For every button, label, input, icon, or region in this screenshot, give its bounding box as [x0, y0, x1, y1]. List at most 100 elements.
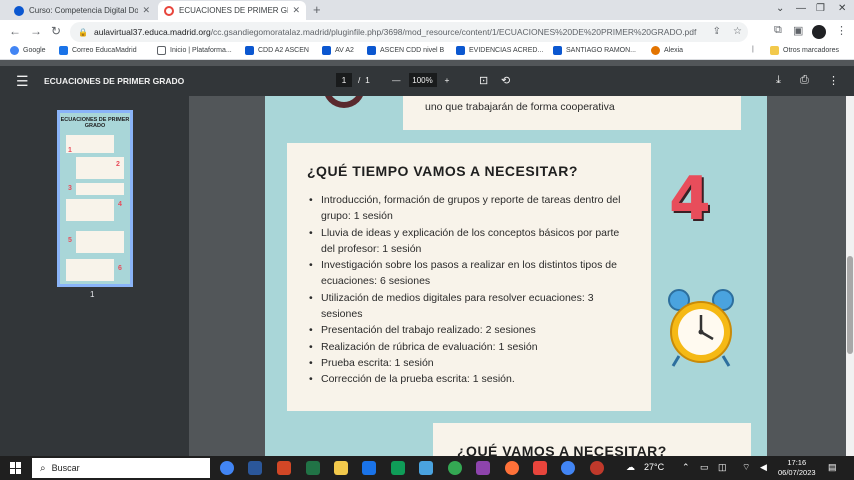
tab-ecuaciones[interactable]: ECUACIONES DE PRIMER GRADO ✕: [158, 1, 306, 20]
bookmark-google[interactable]: Google: [10, 46, 46, 55]
clock-time: 17:16: [787, 458, 807, 467]
app-icon[interactable]: [533, 461, 547, 475]
weather-icon[interactable]: ☁: [626, 462, 635, 473]
close-icon[interactable]: ✕: [142, 5, 150, 16]
page-icon: [157, 46, 166, 55]
store-icon[interactable]: [362, 461, 376, 475]
share-icon[interactable]: ⇪: [713, 26, 721, 37]
search-placeholder: Buscar: [51, 463, 80, 473]
avatar[interactable]: [812, 25, 826, 39]
chrome-icon[interactable]: [220, 461, 234, 475]
print-icon[interactable]: ⎙: [800, 74, 809, 87]
minimize-icon[interactable]: —: [796, 3, 806, 14]
wifi-icon[interactable]: ⌔: [742, 462, 750, 473]
lock-icon[interactable]: 🔒: [78, 28, 88, 37]
page-thumbnail[interactable]: ECUACIONES DE PRIMER GRADO 1 2 3 4 5 6: [57, 110, 133, 287]
close-icon[interactable]: ✕: [292, 5, 300, 16]
app-icon[interactable]: [476, 461, 490, 475]
page-number-input[interactable]: 1: [336, 73, 352, 87]
fit-page-icon[interactable]: ⊡: [479, 74, 488, 87]
app-icon[interactable]: [391, 461, 405, 475]
thumbnail-number-2: 2: [116, 161, 120, 168]
time-list: Introducción, formación de grupos y repo…: [309, 192, 627, 388]
clock-date: 06/07/2023: [778, 468, 816, 477]
taskbar: ⌕ Buscar ☁ 27°C ⌃ ▭ ◫ ⌔ ◀ 17:16 06/07/20…: [0, 456, 854, 480]
app-icon[interactable]: [590, 461, 604, 475]
forward-icon[interactable]: →: [30, 24, 42, 38]
chrome-active-icon[interactable]: [561, 461, 575, 475]
graduation-cap-icon: [322, 46, 331, 55]
more-menu-icon[interactable]: ⋮: [836, 24, 847, 37]
graduation-cap-icon: [367, 46, 376, 55]
bookmark-otros[interactable]: Otros marcadores: [770, 46, 839, 55]
list-item: Corrección de la prueba escrita: 1 sesió…: [309, 371, 627, 388]
sidepanel-icon[interactable]: ▣: [793, 24, 803, 37]
url-path: /cc.gsandiegomoratalaz.madrid/pluginfile…: [210, 27, 697, 37]
bookmark-ascen-cdd[interactable]: ASCEN CDD nivel B: [367, 46, 444, 55]
app-icon[interactable]: [419, 461, 433, 475]
bookmark-correo[interactable]: Correo EducaMadrid: [59, 46, 137, 55]
search-icon: ⌕: [40, 462, 46, 474]
thumbnail-block: [66, 199, 114, 221]
thumbnail-block: [76, 183, 124, 195]
notification-icon[interactable]: ▤: [828, 462, 837, 473]
temperature-label[interactable]: 27°C: [644, 462, 664, 472]
tab-strip: Curso: Competencia Digital Doc ✕ ECUACIO…: [0, 0, 854, 20]
rotate-icon[interactable]: ⟲: [501, 74, 510, 87]
extensions-icon[interactable]: ⧉: [774, 24, 782, 37]
time-card: ¿QUÉ TIEMPO VAMOS A NECESITAR? Introducc…: [287, 143, 651, 411]
bookmarks-bar: Google Correo EducaMadrid Inicio | Plata…: [0, 44, 854, 60]
plus-icon[interactable]: +: [313, 2, 321, 17]
bookmark-inicio[interactable]: Inicio | Plataforma...: [157, 46, 232, 55]
address-bar[interactable]: 🔒 aulavirtual37.educa.madrid.org/cc.gsan…: [70, 22, 748, 42]
chevron-up-icon[interactable]: ⌃: [682, 462, 690, 473]
file-explorer-icon[interactable]: [334, 461, 348, 475]
windows-start-icon[interactable]: [10, 462, 22, 474]
list-item: Lluvia de ideas y explicación de los con…: [309, 225, 627, 258]
scrollbar-thumb[interactable]: [847, 256, 853, 354]
zoom-in-icon[interactable]: +: [445, 75, 450, 85]
page-indicator: 1 / 1: [336, 73, 370, 87]
more-options-icon[interactable]: ⋮: [828, 74, 839, 87]
pdf-toolbar: ☰ ECUACIONES DE PRIMER GRADO 1 / 1 — 100…: [0, 66, 854, 96]
taskbar-search[interactable]: ⌕ Buscar: [32, 458, 210, 478]
pdf-page: uno que trabajarán de forma cooperativa …: [265, 96, 767, 456]
chevron-down-icon[interactable]: ⌄: [776, 3, 784, 14]
window-close-icon[interactable]: ✕: [838, 3, 846, 14]
pdf-viewer[interactable]: uno que trabajarán de forma cooperativa …: [189, 96, 846, 456]
download-icon[interactable]: ⤓: [776, 74, 781, 87]
bookmark-santiago[interactable]: SANTIAGO RAMON...: [553, 46, 636, 55]
battery-icon[interactable]: ▭: [700, 462, 709, 473]
scrollbar[interactable]: [846, 96, 854, 456]
reload-icon[interactable]: ↻: [51, 24, 61, 38]
list-item: Presentación del trabajo realizado: 2 se…: [309, 322, 627, 339]
zoom-out-icon[interactable]: —: [392, 75, 401, 85]
edge-icon[interactable]: [448, 461, 462, 475]
graduation-cap-icon: [553, 46, 562, 55]
network-icon[interactable]: ◫: [718, 462, 727, 473]
thumbnail-number-4: 4: [118, 201, 122, 208]
list-item: Investigación sobre los pasos a realizar…: [309, 257, 627, 290]
section-heading: ¿QUÉ TIEMPO VAMOS A NECESITAR?: [307, 163, 578, 179]
thumbnail-block: [66, 135, 114, 153]
word-icon[interactable]: [248, 461, 262, 475]
moodle-favicon-icon: [14, 5, 24, 16]
powerpoint-icon[interactable]: [277, 461, 291, 475]
thumbnail-number-5: 5: [68, 237, 72, 244]
restore-icon[interactable]: ❐: [816, 3, 825, 14]
menu-icon[interactable]: ☰: [16, 73, 29, 90]
bookmark-alexia[interactable]: Alexia: [651, 46, 683, 55]
volume-icon[interactable]: ◀: [760, 462, 767, 473]
bookmark-av-a2[interactable]: AV A2: [322, 46, 354, 55]
firefox-icon[interactable]: [505, 461, 519, 475]
system-clock[interactable]: 17:16 06/07/2023: [778, 458, 816, 478]
bookmark-evidencias[interactable]: EVIDENCIAS ACRED...: [456, 46, 543, 55]
alexia-icon: [651, 46, 660, 55]
mail-icon: [59, 46, 68, 55]
bookmark-cdd-a2[interactable]: CDD A2 ASCEN: [245, 46, 309, 55]
excel-icon[interactable]: [306, 461, 320, 475]
star-icon[interactable]: ☆: [733, 26, 742, 37]
back-icon[interactable]: ←: [9, 24, 21, 38]
tab-competencia-digital[interactable]: Curso: Competencia Digital Doc ✕: [8, 1, 156, 20]
zoom-input[interactable]: 100%: [408, 73, 437, 87]
